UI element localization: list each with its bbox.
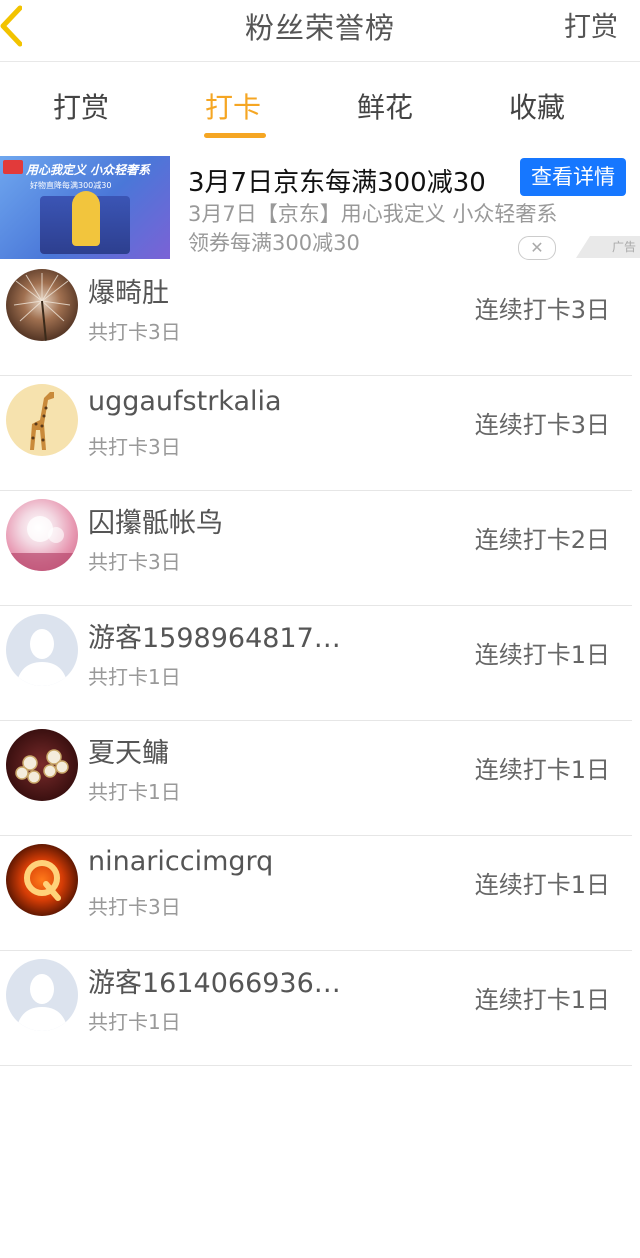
- list-item[interactable]: uggaufstrkalia 共打卡3日 连续打卡3日: [0, 376, 632, 491]
- list-item[interactable]: 游客1598964817… 共打卡1日 连续打卡1日: [0, 606, 632, 721]
- avatar[interactable]: [6, 614, 78, 686]
- user-name: 游客1614066936…: [88, 968, 341, 999]
- user-name: uggaufstrkalia: [88, 386, 282, 417]
- list-item[interactable]: ninariccimgrq 共打卡3日 连续打卡1日: [0, 836, 632, 951]
- ad-image-figure-graphic: [72, 191, 100, 246]
- avatar[interactable]: [6, 844, 78, 916]
- tab-label: 收藏: [508, 91, 565, 124]
- checkin-ranking-list: 爆畸肚 共打卡3日 连续打卡3日 uggaufstrkalia 共打卡3日 连续…: [0, 261, 640, 1066]
- reward-button[interactable]: 打赏: [564, 5, 618, 44]
- streak-days: 连续打卡1日: [474, 871, 610, 899]
- view-details-button[interactable]: 查看详情: [520, 158, 626, 196]
- streak-days: 连续打卡2日: [474, 526, 610, 554]
- ad-description: 3月7日【京东】用心我定义 小众轻奢系 领券每满300减30: [188, 200, 628, 258]
- user-name: 夏天鳙: [88, 738, 169, 769]
- ad-description-line: 领券每满300减30: [188, 231, 360, 255]
- ad-close-icon[interactable]: ✕: [518, 236, 556, 260]
- tab-label: 鲜花: [356, 91, 413, 124]
- tab-reward[interactable]: 打赏: [5, 62, 157, 144]
- total-checkin-days: 共打卡1日: [88, 665, 181, 689]
- list-item[interactable]: 夏天鳙 共打卡1日 连续打卡1日: [0, 721, 632, 836]
- dandelion-avatar-icon: [13, 273, 71, 341]
- list-item[interactable]: 囚攥骶帐鸟 共打卡3日 连续打卡2日: [0, 491, 632, 606]
- default-user-avatar-icon: [16, 974, 68, 1031]
- tab-label: 打赏: [52, 91, 109, 124]
- user-name: 爆畸肚: [88, 278, 169, 309]
- default-user-avatar-icon: [16, 629, 68, 686]
- tab-favorites[interactable]: 收藏: [461, 62, 613, 144]
- user-name: 囚攥骶帐鸟: [88, 508, 223, 539]
- tab-checkin[interactable]: 打卡: [157, 62, 309, 144]
- list-item[interactable]: 游客1614066936… 共打卡1日 连续打卡1日: [0, 951, 632, 1066]
- streak-days: 连续打卡1日: [474, 641, 610, 669]
- avatar[interactable]: [6, 959, 78, 1031]
- page-title: 粉丝荣誉榜: [244, 11, 395, 45]
- user-name: 游客1598964817…: [88, 623, 341, 654]
- user-name: ninariccimgrq: [88, 846, 274, 877]
- ad-title[interactable]: 3月7日京东每满300减30: [188, 162, 486, 199]
- active-tab-indicator: [204, 133, 266, 138]
- streak-days: 连续打卡1日: [474, 756, 610, 784]
- ad-description-line: 3月7日【京东】用心我定义 小众轻奢系: [188, 202, 558, 226]
- total-checkin-days: 共打卡3日: [88, 895, 181, 919]
- avatar[interactable]: [6, 384, 78, 456]
- ad-image-headline: 用心我定义 小众轻奢系: [26, 163, 151, 177]
- top-navigation-bar: 粉丝荣誉榜 打赏: [0, 0, 640, 62]
- pink-bubble-avatar-icon: [6, 516, 78, 571]
- ad-image[interactable]: 用心我定义 小众轻奢系 好物直降每满300减30: [0, 156, 170, 259]
- avatar[interactable]: [6, 269, 78, 341]
- streak-days: 连续打卡3日: [474, 296, 610, 324]
- fire-letter-q-avatar-icon: [24, 860, 61, 901]
- ad-image-subtext: 好物直降每满300减30: [30, 181, 112, 190]
- ad-banner[interactable]: 用心我定义 小众轻奢系 好物直降每满300减30 3月7日京东每满300减30 …: [0, 144, 640, 261]
- jd-logo-icon: [3, 160, 23, 174]
- total-checkin-days: 共打卡3日: [88, 550, 181, 574]
- streak-days: 连续打卡3日: [474, 411, 610, 439]
- total-checkin-days: 共打卡3日: [88, 320, 181, 344]
- giraffe-avatar-icon: [30, 392, 54, 450]
- total-checkin-days: 共打卡1日: [88, 780, 181, 804]
- total-checkin-days: 共打卡1日: [88, 1010, 181, 1034]
- tab-flowers[interactable]: 鲜花: [309, 62, 461, 144]
- pearl-earrings-avatar-icon: [15, 749, 69, 784]
- tab-bar: 打赏 打卡 鲜花 收藏: [0, 62, 640, 144]
- tab-label: 打卡: [204, 91, 261, 124]
- streak-days: 连续打卡1日: [474, 986, 610, 1014]
- avatar[interactable]: [6, 499, 78, 571]
- total-checkin-days: 共打卡3日: [88, 435, 181, 459]
- list-item[interactable]: 爆畸肚 共打卡3日 连续打卡3日: [0, 261, 632, 376]
- avatar[interactable]: [6, 729, 78, 801]
